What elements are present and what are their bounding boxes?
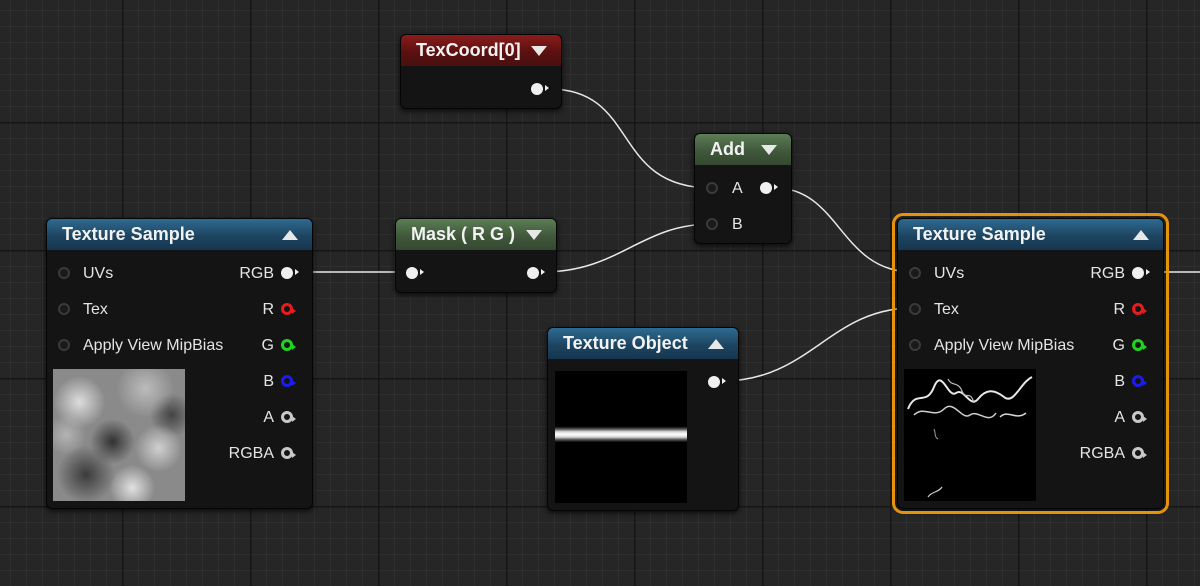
wire-mask-to-add-b[interactable] bbox=[541, 223, 713, 273]
a-output-label: A bbox=[263, 409, 274, 426]
add-title: Add bbox=[710, 139, 745, 159]
texture-sample-right-preview-image bbox=[904, 369, 1036, 501]
tex-input-pin[interactable] bbox=[58, 303, 70, 315]
r-output-label: R bbox=[262, 301, 274, 318]
b-output-label: B bbox=[1114, 373, 1125, 390]
collapse-arrow-icon[interactable] bbox=[761, 144, 777, 155]
collapse-arrow-icon[interactable] bbox=[708, 338, 724, 349]
a-output-pin[interactable] bbox=[1132, 411, 1147, 423]
mask-header[interactable]: Mask ( R G ) bbox=[396, 219, 556, 250]
texcoord-title: TexCoord[0] bbox=[416, 40, 521, 60]
texcoord-header[interactable]: TexCoord[0] bbox=[401, 35, 561, 66]
collapse-arrow-icon[interactable] bbox=[282, 229, 298, 240]
mask-output-pin[interactable] bbox=[527, 267, 545, 279]
texcoord-output-pin[interactable] bbox=[531, 83, 549, 95]
rgba-output-label: RGBA bbox=[228, 445, 274, 462]
mipbias-input-label: Apply View MipBias bbox=[83, 337, 224, 354]
tex-input-pin[interactable] bbox=[909, 303, 921, 315]
rgb-output-label: RGB bbox=[239, 265, 274, 282]
b-output-label: B bbox=[263, 373, 274, 390]
a-output-pin[interactable] bbox=[281, 411, 296, 423]
mipbias-input-label: Apply View MipBias bbox=[934, 337, 1075, 354]
add-input-b-pin[interactable] bbox=[706, 218, 718, 230]
uvs-input-pin[interactable] bbox=[909, 267, 921, 279]
texture-object-output-pin[interactable] bbox=[708, 376, 726, 388]
add-header[interactable]: Add bbox=[695, 134, 791, 165]
a-output-label: A bbox=[1114, 409, 1125, 426]
uvs-input-label: UVs bbox=[934, 265, 965, 282]
add-output-pin[interactable] bbox=[760, 182, 778, 194]
add-input-a-pin[interactable] bbox=[706, 182, 718, 194]
wire-add-to-sample-uvs[interactable] bbox=[774, 187, 914, 273]
tex-input-label: Tex bbox=[83, 301, 108, 318]
texture-sample-left-title: Texture Sample bbox=[62, 224, 195, 244]
uvs-input-pin[interactable] bbox=[58, 267, 70, 279]
texture-object-title: Texture Object bbox=[563, 333, 688, 353]
b-output-pin[interactable] bbox=[1132, 375, 1147, 387]
add-input-a-label: A bbox=[732, 180, 743, 197]
texture-sample-left-preview-image bbox=[53, 369, 185, 501]
collapse-arrow-icon[interactable] bbox=[526, 229, 542, 240]
texture-sample-right-title: Texture Sample bbox=[913, 224, 1046, 244]
rgb-output-pin[interactable] bbox=[281, 267, 299, 279]
mipbias-input-pin[interactable] bbox=[909, 339, 921, 351]
g-output-label: G bbox=[1112, 337, 1125, 354]
tex-input-label: Tex bbox=[934, 301, 959, 318]
collapse-arrow-icon[interactable] bbox=[531, 45, 547, 56]
b-output-pin[interactable] bbox=[281, 375, 296, 387]
mask-node[interactable]: Mask ( R G ) bbox=[395, 218, 557, 293]
texcoord-node[interactable]: TexCoord[0] bbox=[400, 34, 562, 109]
mask-input-pin[interactable] bbox=[406, 267, 424, 279]
add-input-b-label: B bbox=[732, 216, 743, 233]
texture-sample-node-right[interactable]: Texture Sample UVs Tex Apply View MipBia… bbox=[892, 213, 1169, 514]
mask-title: Mask ( R G ) bbox=[411, 224, 516, 244]
texture-sample-left-header[interactable]: Texture Sample bbox=[47, 219, 312, 250]
texture-object-node[interactable]: Texture Object bbox=[547, 327, 739, 511]
r-output-label: R bbox=[1113, 301, 1125, 318]
rgba-output-pin[interactable] bbox=[1132, 447, 1147, 459]
rgba-output-pin[interactable] bbox=[281, 447, 296, 459]
g-output-label: G bbox=[261, 337, 274, 354]
texture-object-header[interactable]: Texture Object bbox=[548, 328, 738, 359]
mipbias-input-pin[interactable] bbox=[58, 339, 70, 351]
rgb-output-pin[interactable] bbox=[1132, 267, 1150, 279]
texture-sample-right-header[interactable]: Texture Sample bbox=[898, 219, 1163, 250]
wire-texobj-to-sample-tex[interactable] bbox=[721, 307, 914, 382]
r-output-pin[interactable] bbox=[1132, 303, 1147, 315]
g-output-pin[interactable] bbox=[281, 339, 296, 351]
g-output-pin[interactable] bbox=[1132, 339, 1147, 351]
rgba-output-label: RGBA bbox=[1079, 445, 1125, 462]
rgb-output-label: RGB bbox=[1090, 265, 1125, 282]
texture-object-preview-image bbox=[555, 371, 687, 503]
wire-texcoord-to-add-a[interactable] bbox=[548, 88, 713, 189]
add-node[interactable]: Add A B bbox=[694, 133, 792, 244]
uvs-input-label: UVs bbox=[83, 265, 114, 282]
r-output-pin[interactable] bbox=[281, 303, 296, 315]
texture-sample-node-left[interactable]: Texture Sample UVs Tex Apply View MipBia… bbox=[46, 218, 313, 509]
collapse-arrow-icon[interactable] bbox=[1133, 229, 1149, 240]
